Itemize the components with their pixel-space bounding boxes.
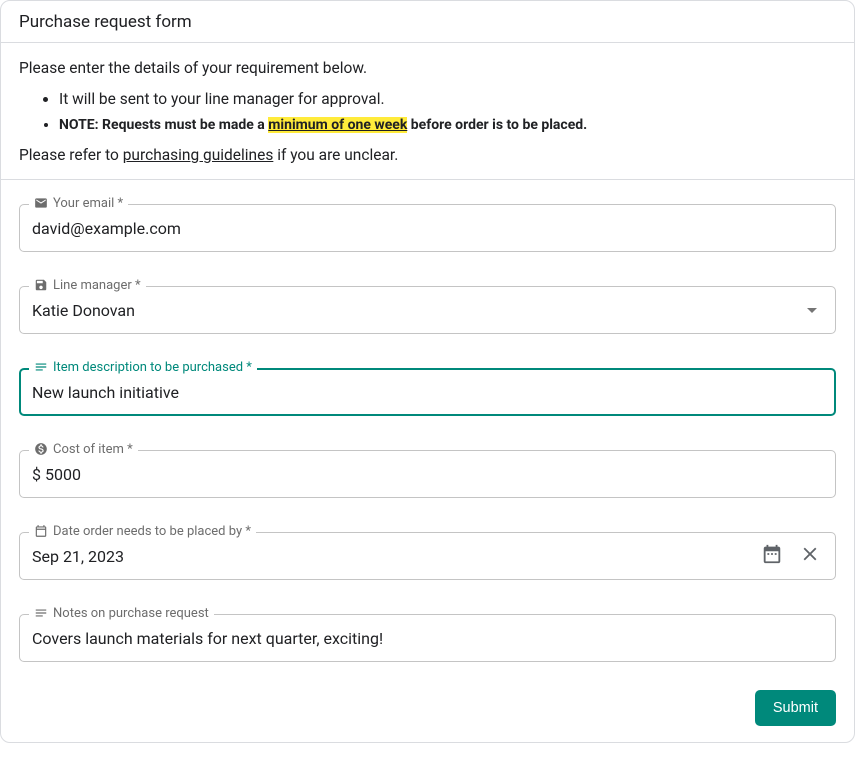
intro-note: NOTE: Requests must be made a minimum of…	[59, 115, 836, 136]
clear-icon[interactable]	[799, 543, 821, 569]
cost-value[interactable]: $ 5000	[32, 465, 823, 484]
form-title-section: Purchase request form	[1, 1, 854, 43]
form-card: Purchase request form Please enter the d…	[0, 0, 855, 743]
form-title: Purchase request form	[19, 12, 192, 32]
email-label: Your email *	[29, 196, 128, 211]
email-field[interactable]: david@example.com	[19, 204, 836, 252]
money-icon	[34, 442, 48, 456]
calendar-picker-icon[interactable]	[761, 543, 783, 569]
description-value[interactable]: New launch initiative	[32, 383, 823, 402]
notes-label-text: Notes on purchase request	[53, 606, 209, 621]
description-label-text: Item description to be purchased *	[53, 360, 252, 375]
description-field-wrapper: Item description to be purchased * New l…	[19, 368, 836, 416]
guidelines-link[interactable]: purchasing guidelines	[123, 146, 274, 164]
cost-label-text: Cost of item *	[53, 442, 133, 457]
actions-row: Submit	[19, 690, 836, 726]
notes-label: Notes on purchase request	[29, 606, 214, 621]
cost-field-wrapper: Cost of item * $ 5000	[19, 450, 836, 498]
notes-field[interactable]: Covers launch materials for next quarter…	[19, 614, 836, 662]
submit-button[interactable]: Submit	[755, 690, 836, 726]
cost-field[interactable]: $ 5000	[19, 450, 836, 498]
intro-bullet: It will be sent to your line manager for…	[59, 88, 836, 111]
manager-field-wrapper: Line manager * Katie Donovan	[19, 286, 836, 334]
date-label: Date order needs to be placed by *	[29, 524, 256, 539]
date-value: Sep 21, 2023	[32, 547, 761, 566]
refer-line: Please refer to purchasing guidelines if…	[19, 144, 836, 167]
manager-select[interactable]: Katie Donovan	[19, 286, 836, 334]
notes-icon	[34, 606, 48, 620]
manager-label-text: Line manager *	[53, 278, 141, 293]
notes-value[interactable]: Covers launch materials for next quarter…	[32, 629, 823, 648]
form-body: Your email * david@example.com Line mana…	[1, 180, 854, 742]
intro-line: Please enter the details of your require…	[19, 57, 836, 80]
cost-label: Cost of item *	[29, 442, 138, 457]
email-value[interactable]: david@example.com	[32, 219, 823, 238]
note-prefix: NOTE: Requests must be made a	[59, 117, 268, 133]
intro-section: Please enter the details of your require…	[1, 43, 854, 180]
description-label: Item description to be purchased *	[29, 360, 257, 375]
date-field-wrapper: Date order needs to be placed by * Sep 2…	[19, 532, 836, 580]
date-field[interactable]: Sep 21, 2023	[19, 532, 836, 580]
manager-label: Line manager *	[29, 278, 146, 293]
email-icon	[34, 196, 48, 210]
notes-icon	[34, 360, 48, 374]
refer-suffix: if you are unclear.	[273, 146, 398, 164]
date-label-text: Date order needs to be placed by *	[53, 524, 251, 539]
calendar-icon	[34, 524, 48, 538]
email-field-wrapper: Your email * david@example.com	[19, 204, 836, 252]
save-icon	[34, 278, 48, 292]
chevron-down-icon	[807, 308, 817, 313]
note-highlight: minimum of one week	[268, 117, 407, 133]
notes-field-wrapper: Notes on purchase request Covers launch …	[19, 614, 836, 662]
manager-value: Katie Donovan	[32, 301, 807, 320]
email-label-text: Your email *	[53, 196, 123, 211]
description-field[interactable]: New launch initiative	[19, 368, 836, 416]
note-suffix: before order is to be placed.	[407, 117, 587, 133]
refer-prefix: Please refer to	[19, 146, 123, 164]
